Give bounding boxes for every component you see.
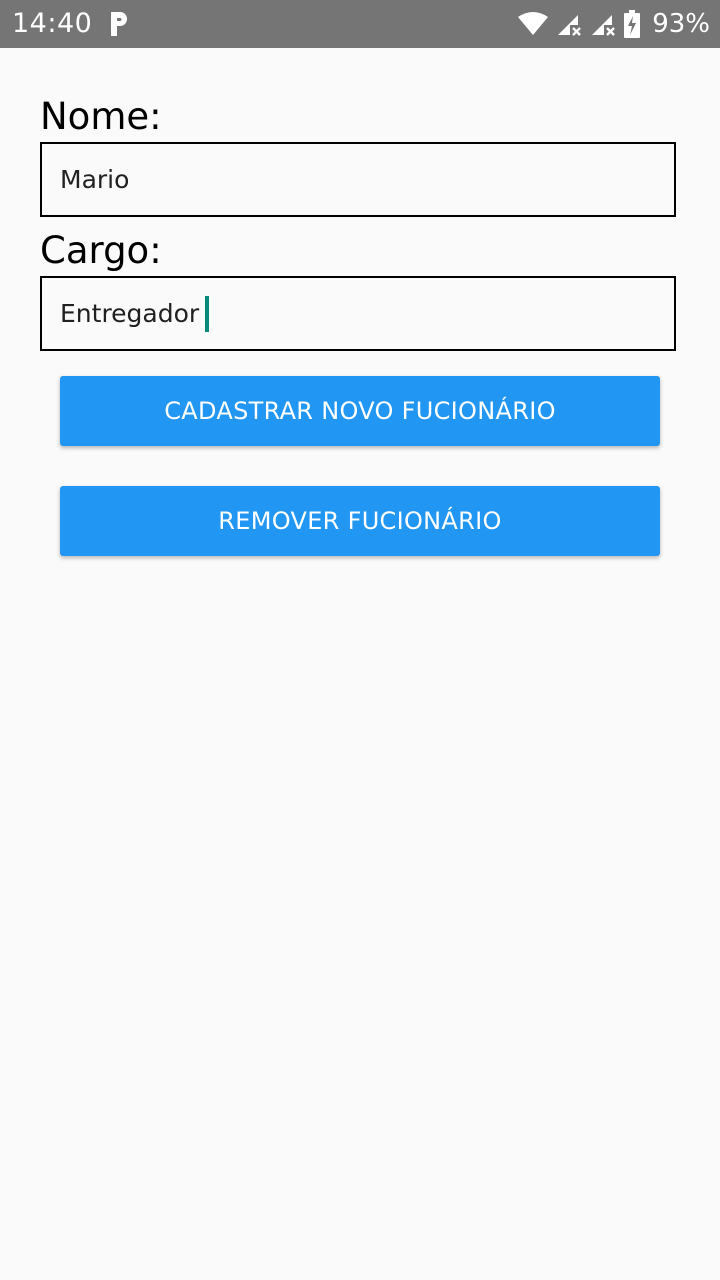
p-icon bbox=[111, 12, 127, 36]
battery-charging-icon bbox=[624, 10, 641, 38]
cargo-field-box[interactable]: Entregador bbox=[40, 276, 676, 351]
cargo-label: Cargo: bbox=[40, 229, 162, 272]
text-cursor bbox=[205, 295, 210, 332]
nome-input[interactable]: Mario bbox=[60, 144, 660, 215]
signal-no-service-icon bbox=[592, 15, 616, 36]
remover-button[interactable]: REMOVER FUCIONÁRIO bbox=[60, 486, 660, 556]
status-bar: 14:40 93% bbox=[0, 0, 720, 48]
cargo-input[interactable]: Entregador bbox=[60, 278, 660, 349]
nome-field-box[interactable]: Mario bbox=[40, 142, 676, 217]
nome-input-value: Mario bbox=[60, 165, 130, 194]
cargo-input-value: Entregador bbox=[60, 299, 200, 328]
signal-no-service-icon bbox=[558, 15, 582, 36]
status-time: 14:40 bbox=[12, 8, 93, 39]
battery-percent: 93% bbox=[652, 9, 710, 39]
status-icons: 93% bbox=[518, 8, 710, 40]
nome-label: Nome: bbox=[40, 95, 162, 138]
wifi-icon bbox=[518, 12, 549, 35]
cadastrar-button[interactable]: CADASTRAR NOVO FUCIONÁRIO bbox=[60, 376, 660, 446]
